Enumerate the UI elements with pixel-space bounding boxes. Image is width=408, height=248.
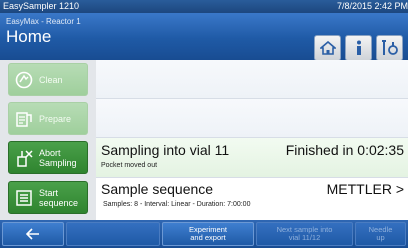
status-panel-1 — [96, 60, 408, 99]
info-button[interactable] — [345, 35, 372, 61]
clean-icon — [13, 69, 35, 91]
start-sequence-label: Start sequence — [39, 187, 79, 208]
start-sequence-button[interactable]: Start sequence — [8, 181, 88, 214]
window-titlebar: EasySampler 1210 7/8/2015 2:42 PM — [0, 0, 408, 13]
sequence-details: Samples: 8 - Interval: Linear - Duration… — [103, 201, 251, 208]
back-arrow-icon — [26, 228, 39, 240]
finished-time-text: Finished in 0:02:35 — [285, 142, 404, 158]
next-sample-button[interactable]: Next sample into vial 11/12 — [256, 222, 353, 246]
abort-sampling-icon — [13, 147, 35, 169]
datetime: 7/8/2015 2:42 PM — [336, 1, 408, 11]
brand-link[interactable]: METTLER > — [327, 181, 404, 197]
page-title: Home — [6, 27, 52, 46]
status-panel-2 — [96, 99, 408, 138]
sampling-status-text: Sampling into vial 11 — [101, 142, 230, 158]
pocket-status-text: Pocket moved out — [101, 162, 158, 169]
sample-sequence-panel[interactable]: Sample sequence METTLER > Samples: 8 - I… — [96, 178, 408, 220]
breadcrumb: EasyMax - Reactor 1 — [6, 17, 81, 26]
start-sequence-icon — [13, 187, 35, 209]
sidebar: Clean Prepare Abort Sampling Start seque… — [0, 60, 96, 220]
prepare-button[interactable]: Prepare — [8, 102, 88, 135]
tools-icon — [381, 40, 398, 55]
empty-toolbar-slot — [66, 222, 160, 246]
bottom-toolbar: Experiment and export Next sample into v… — [0, 220, 408, 248]
abort-sampling-button[interactable]: Abort Sampling — [8, 141, 88, 174]
needle-up-button[interactable]: Needle up — [355, 222, 406, 246]
sequence-title: Sample sequence — [101, 181, 214, 197]
clean-button[interactable]: Clean — [8, 63, 88, 96]
prepare-icon — [13, 108, 35, 130]
back-button[interactable] — [2, 222, 64, 246]
abort-sampling-label: Abort Sampling — [39, 147, 77, 168]
settings-button[interactable] — [376, 35, 403, 61]
sampling-status-panel: Sampling into vial 11 Finished in 0:02:3… — [96, 138, 408, 178]
info-icon — [356, 40, 361, 55]
clean-label: Clean — [39, 74, 63, 85]
experiment-export-button[interactable]: Experiment and export — [162, 222, 254, 246]
prepare-label: Prepare — [39, 113, 72, 124]
app-name: EasySampler 1210 — [3, 1, 80, 11]
home-button[interactable] — [314, 35, 341, 61]
home-icon — [319, 41, 336, 55]
header: EasyMax - Reactor 1 Home — [0, 13, 408, 61]
